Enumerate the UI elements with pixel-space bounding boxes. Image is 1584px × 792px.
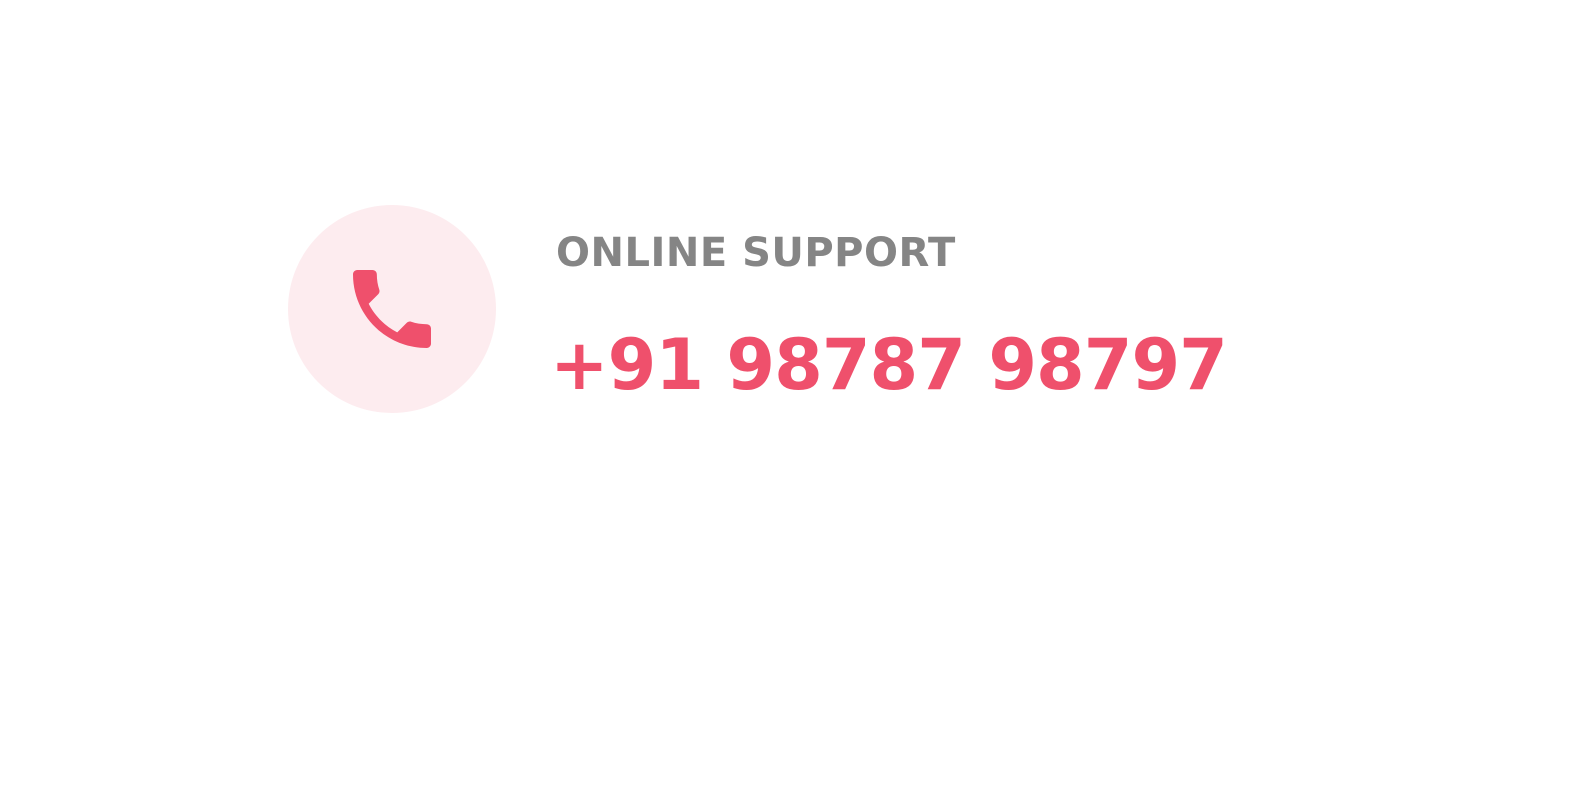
page: ONLINE SUPPORT +91 98787 98797 [0, 0, 1584, 792]
online-support-label: ONLINE SUPPORT [556, 230, 956, 276]
support-phone-number[interactable]: +91 98787 98797 [550, 317, 1228, 413]
online-support-card: ONLINE SUPPORT +91 98787 98797 [288, 205, 1268, 415]
phone-icon [353, 270, 431, 348]
phone-icon-badge [288, 205, 496, 413]
